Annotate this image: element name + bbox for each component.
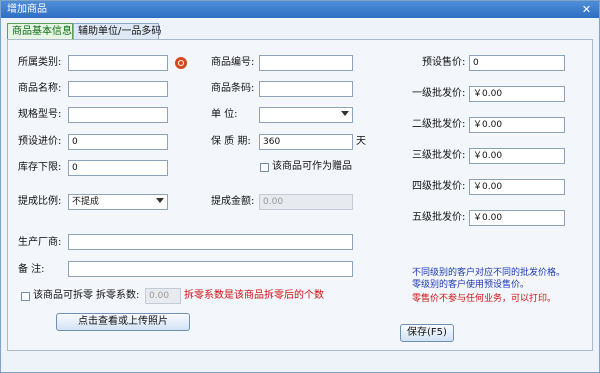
gift-checkbox[interactable] bbox=[260, 163, 269, 172]
commission-amount-input[interactable]: 0.00 bbox=[259, 194, 353, 210]
level2-label: 二级批发价: bbox=[412, 119, 466, 130]
tab-aux-units[interactable]: 辅助单位/一品多码 bbox=[73, 23, 161, 39]
level4-input[interactable]: ￥0.00 bbox=[469, 179, 565, 195]
commission-ratio-select[interactable]: 不提成 bbox=[68, 194, 168, 210]
category-search-icon[interactable] bbox=[175, 57, 187, 69]
unit-select[interactable] bbox=[259, 107, 353, 123]
window-title: 增加商品 bbox=[7, 4, 47, 15]
level2-input[interactable]: ￥0.00 bbox=[469, 117, 565, 133]
stock-min-input[interactable]: 0 bbox=[68, 160, 168, 176]
shelf-life-input[interactable]: 360 bbox=[259, 134, 353, 150]
spec-label: 规格型号: bbox=[18, 109, 62, 120]
form-panel: 所属类别: 商品名称: 规格型号: 预设进价: 0 库存下限: 0 提成比例: … bbox=[7, 39, 593, 351]
name-label: 商品名称: bbox=[18, 83, 62, 94]
sale-price-label: 预设售价: bbox=[422, 57, 466, 68]
purchase-price-label: 预设进价: bbox=[18, 136, 62, 147]
purchase-price-input[interactable]: 0 bbox=[68, 134, 168, 150]
split-ratio-input[interactable]: 0.00 bbox=[145, 288, 181, 304]
commission-ratio-label: 提成比例: bbox=[18, 196, 62, 207]
gift-label: 该商品可作为赠品 bbox=[272, 161, 352, 172]
note-wholesale: 不同级别的客户对应不同的批发价格。 bbox=[412, 268, 566, 278]
close-icon[interactable]: ✕ bbox=[580, 3, 593, 16]
note-zero-level: 零级别的客户使用预设售价。 bbox=[412, 280, 530, 290]
split-hint: 拆零系数是该商品拆零后的个数 bbox=[184, 290, 324, 301]
chevron-down-icon bbox=[156, 198, 164, 203]
split-checkbox[interactable] bbox=[21, 292, 30, 301]
dialog-window: 增加商品 ✕ 商品基本信息 辅助单位/一品多码 所属类别: 商品名称: 规格型号… bbox=[0, 0, 600, 373]
spec-input[interactable] bbox=[68, 107, 168, 123]
barcode-label: 商品条码: bbox=[211, 83, 255, 94]
sale-price-input[interactable]: 0 bbox=[469, 55, 565, 71]
note-retail: 零售价不参与任何业务，可以打印。 bbox=[412, 294, 557, 304]
level1-label: 一级批发价: bbox=[412, 88, 466, 99]
tab-basic-info[interactable]: 商品基本信息 bbox=[7, 23, 73, 39]
level3-label: 三级批发价: bbox=[412, 150, 466, 161]
photo-button[interactable]: 点击查看或上传照片 bbox=[56, 313, 190, 331]
category-input[interactable] bbox=[68, 55, 168, 71]
commission-amount-label: 提成金额: bbox=[211, 196, 255, 207]
chevron-down-icon bbox=[341, 111, 349, 116]
remark-input[interactable] bbox=[68, 261, 353, 277]
level5-label: 五级批发价: bbox=[412, 212, 466, 223]
split-ratio-label: 拆零系数: bbox=[96, 290, 140, 301]
title-bar: 增加商品 ✕ bbox=[1, 1, 599, 18]
shelf-life-label: 保 质 期: bbox=[211, 136, 251, 147]
save-button[interactable]: 保存(F5) bbox=[400, 324, 454, 342]
level5-input[interactable]: ￥0.00 bbox=[469, 210, 565, 226]
commission-ratio-value: 不提成 bbox=[72, 197, 100, 207]
barcode-input[interactable] bbox=[259, 81, 353, 97]
remark-label: 备 注: bbox=[18, 264, 45, 275]
code-label: 商品编号: bbox=[211, 57, 255, 68]
stock-min-label: 库存下限: bbox=[18, 162, 62, 173]
unit-label: 单 位: bbox=[211, 109, 238, 120]
split-label: 该商品可拆零 bbox=[33, 290, 93, 301]
manufacturer-input[interactable] bbox=[68, 234, 353, 250]
category-label: 所属类别: bbox=[18, 57, 62, 68]
manufacturer-label: 生产厂商: bbox=[18, 237, 62, 248]
level1-input[interactable]: ￥0.00 bbox=[469, 86, 565, 102]
level4-label: 四级批发价: bbox=[412, 181, 466, 192]
level3-input[interactable]: ￥0.00 bbox=[469, 148, 565, 164]
shelf-life-unit: 天 bbox=[356, 136, 366, 147]
code-input[interactable] bbox=[259, 55, 353, 71]
name-input[interactable] bbox=[68, 81, 168, 97]
